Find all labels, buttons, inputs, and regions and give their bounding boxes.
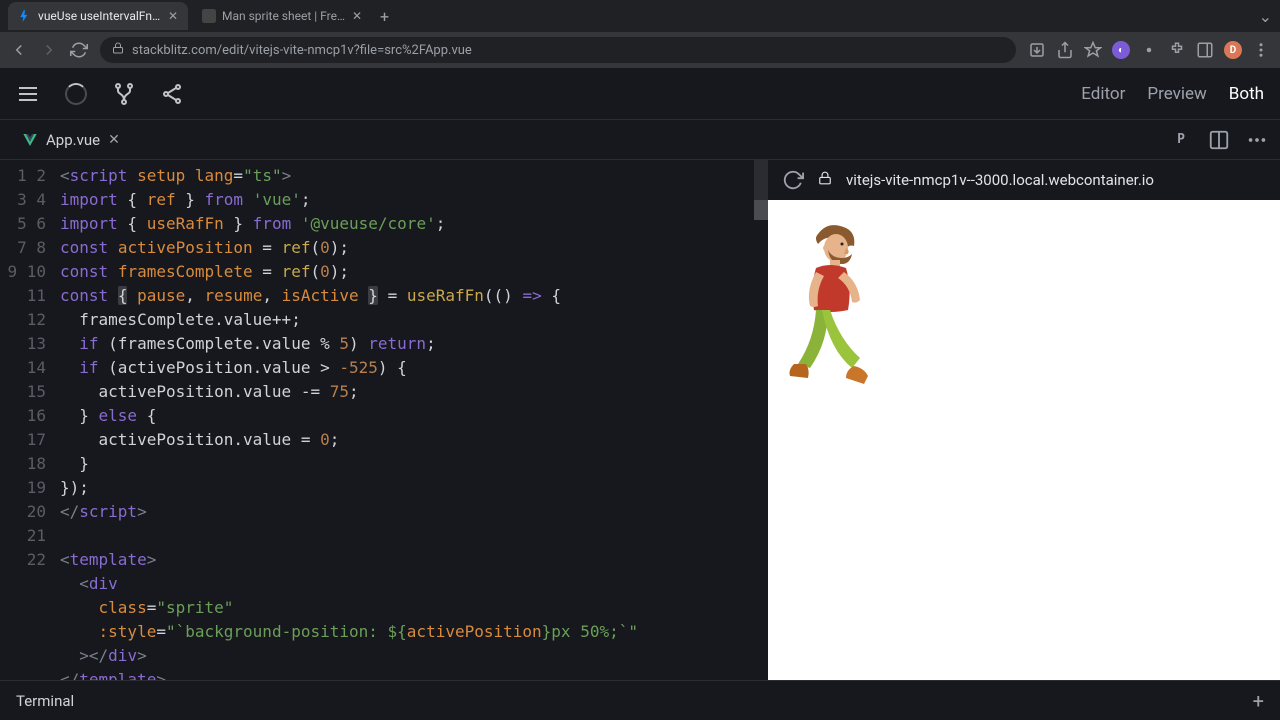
extension-icon[interactable] <box>1140 41 1158 59</box>
preview-url[interactable]: vitejs-vite-nmcp1v--3000.local.webcontai… <box>846 171 1266 189</box>
close-icon[interactable]: ✕ <box>352 9 362 23</box>
lock-icon <box>818 171 832 189</box>
file-tab-name: App.vue <box>46 131 100 149</box>
line-gutter: 1 2 3 4 5 6 7 8 9 10 11 12 13 14 15 16 1… <box>0 160 60 680</box>
reload-icon[interactable] <box>70 41 88 59</box>
extension-icons: ◐ D <box>1028 41 1270 59</box>
view-tab-both[interactable]: Both <box>1229 84 1264 104</box>
terminal-bar[interactable]: Terminal + <box>0 680 1280 720</box>
main-split: 1 2 3 4 5 6 7 8 9 10 11 12 13 14 15 16 1… <box>0 160 1280 680</box>
install-icon[interactable] <box>1028 41 1046 59</box>
bookmark-icon[interactable] <box>1084 41 1102 59</box>
view-tab-editor[interactable]: Editor <box>1081 84 1125 104</box>
more-icon[interactable] <box>1246 129 1268 151</box>
share-icon[interactable] <box>160 82 184 106</box>
panel-icon[interactable] <box>1196 41 1214 59</box>
hamburger-icon[interactable] <box>16 82 40 106</box>
editor-pane[interactable]: 1 2 3 4 5 6 7 8 9 10 11 12 13 14 15 16 1… <box>0 160 768 680</box>
preview-pane: vitejs-vite-nmcp1v--3000.local.webcontai… <box>768 160 1280 680</box>
reload-icon[interactable] <box>782 169 804 191</box>
preview-toolbar: vitejs-vite-nmcp1v--3000.local.webcontai… <box>768 160 1280 200</box>
file-tab-strip: App.vue ✕ P <box>0 120 1280 160</box>
stackblitz-favicon <box>18 9 32 23</box>
extensions-icon[interactable] <box>1168 41 1186 59</box>
sprite-walking-man <box>780 220 880 410</box>
new-tab-button[interactable]: + <box>380 7 389 26</box>
app-header: Editor Preview Both <box>0 68 1280 120</box>
address-bar: stackblitz.com/edit/vitejs-vite-nmcp1v?f… <box>0 32 1280 68</box>
view-tab-preview[interactable]: Preview <box>1147 84 1206 104</box>
browser-tab-strip: vueUse useIntervalFn2 (end a ✕ Man sprit… <box>0 0 1280 32</box>
url-text: stackblitz.com/edit/vitejs-vite-nmcp1v?f… <box>132 43 472 58</box>
prettier-icon[interactable]: P <box>1170 129 1192 151</box>
minimap[interactable] <box>754 160 768 680</box>
browser-tab-active[interactable]: vueUse useIntervalFn2 (end a ✕ <box>8 2 188 30</box>
back-icon[interactable] <box>10 41 28 59</box>
fork-icon[interactable] <box>112 82 136 106</box>
chevron-down-icon[interactable]: ⌄ <box>1259 7 1272 26</box>
profile-badge[interactable]: D <box>1224 41 1242 59</box>
close-icon[interactable]: ✕ <box>108 132 120 148</box>
terminal-label: Terminal <box>16 692 74 710</box>
close-icon[interactable]: ✕ <box>168 9 178 23</box>
file-tab[interactable]: App.vue ✕ <box>12 125 130 155</box>
preview-content <box>768 200 1280 680</box>
code-area[interactable]: <script setup lang="ts"> import { ref } … <box>60 160 768 680</box>
extension-badge[interactable]: ◐ <box>1112 41 1130 59</box>
lock-icon <box>112 42 124 58</box>
add-terminal-icon[interactable]: + <box>1253 689 1264 713</box>
browser-tab-title: Man sprite sheet | Free SVG <box>222 9 346 23</box>
vue-icon <box>22 132 38 148</box>
forward-icon[interactable] <box>40 41 58 59</box>
spinner-icon <box>64 82 88 106</box>
svg-favicon <box>202 9 216 23</box>
split-icon[interactable] <box>1208 129 1230 151</box>
browser-tab[interactable]: Man sprite sheet | Free SVG ✕ <box>192 2 372 30</box>
url-input[interactable]: stackblitz.com/edit/vitejs-vite-nmcp1v?f… <box>100 37 1016 63</box>
share-icon[interactable] <box>1056 41 1074 59</box>
menu-icon[interactable] <box>1252 41 1270 59</box>
browser-tab-title: vueUse useIntervalFn2 (end a <box>38 9 162 23</box>
